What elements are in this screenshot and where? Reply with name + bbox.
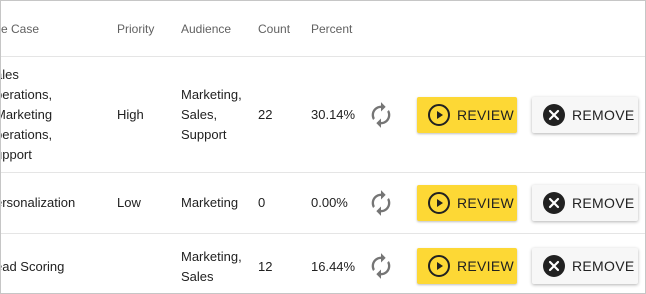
refresh-button[interactable]	[367, 101, 395, 129]
review-button[interactable]: REVIEW	[417, 248, 517, 284]
remove-label: REMOVE	[572, 106, 635, 123]
review-button[interactable]: REVIEW	[417, 96, 517, 133]
use-case-line: perations,	[0, 86, 53, 102]
remove-button[interactable]: REMOVE	[532, 96, 638, 133]
column-header-audience[interactable]: Audience	[181, 19, 251, 39]
audience-line: Marketing,	[181, 86, 242, 102]
review-button-body[interactable]: REVIEW	[417, 248, 517, 284]
column-header-priority[interactable]: Priority	[117, 19, 154, 39]
refresh-button[interactable]	[367, 252, 395, 280]
percent-cell: 30.14%	[311, 106, 356, 122]
percent-cell: 0.00%	[311, 195, 348, 210]
close-circle-icon	[543, 192, 565, 214]
column-header-use-case[interactable]: se Case	[1, 19, 100, 39]
audience-line: Marketing	[181, 195, 239, 210]
play-circle-icon	[428, 103, 450, 126]
use-case-line: upport	[1, 146, 32, 162]
remove-label: REMOVE	[572, 258, 635, 274]
refresh-icon	[371, 190, 391, 216]
refresh-icon	[371, 253, 391, 279]
use-case-cell: ales perations, Marketing perations, upp…	[0, 65, 100, 165]
table-row: ersonalization Low Marketing 0 0.00% REV…	[0, 173, 645, 234]
review-button-body[interactable]: REVIEW	[417, 96, 517, 133]
play-circle-icon	[428, 255, 450, 277]
table-row: ead Scoring Marketing, Sales 12 16.44% R…	[0, 234, 645, 293]
refresh-icon	[371, 101, 391, 128]
close-circle-icon	[543, 255, 565, 277]
remove-label: REMOVE	[572, 195, 635, 211]
count-cell: 12	[258, 259, 273, 274]
remove-button-body[interactable]: REMOVE	[532, 185, 638, 221]
priority-cell: Low	[117, 195, 141, 210]
remove-button[interactable]: REMOVE	[532, 185, 638, 221]
audience-line: Support	[181, 126, 227, 142]
audience-cell: Marketing	[181, 193, 251, 213]
close-circle-icon	[543, 103, 565, 126]
percent-cell: 16.44%	[311, 259, 356, 274]
remove-button[interactable]: REMOVE	[532, 248, 638, 284]
audience-line: Sales	[181, 269, 214, 284]
refresh-button[interactable]	[367, 189, 395, 217]
count-cell: 22	[258, 106, 273, 122]
review-button[interactable]: REVIEW	[417, 185, 517, 221]
use-case-line: perations,	[0, 126, 53, 142]
use-case-line: Marketing	[0, 106, 53, 122]
remove-button-body[interactable]: REMOVE	[532, 96, 638, 133]
column-header-percent[interactable]: Percent	[311, 19, 352, 39]
use-case-line: ersonalization	[0, 195, 76, 210]
remove-button-body[interactable]: REMOVE	[532, 248, 638, 284]
table-header-row: se Case Priority Audience Count Percent	[1, 1, 645, 57]
audience-cell: Marketing, Sales, Support	[181, 85, 251, 145]
use-case-line: ead Scoring	[0, 259, 65, 274]
table-row: ales perations, Marketing perations, upp…	[0, 57, 645, 173]
priority-cell: High	[117, 106, 144, 122]
play-circle-icon	[428, 192, 450, 214]
use-case-table: se Case Priority Audience Count Percent …	[0, 1, 645, 293]
review-label: REVIEW	[457, 258, 515, 274]
review-label: REVIEW	[457, 106, 515, 123]
count-cell: 0	[258, 195, 266, 210]
audience-line: Sales,	[181, 106, 218, 122]
use-case-cell: ersonalization	[0, 193, 100, 213]
use-case-cell: ead Scoring	[0, 257, 100, 277]
review-button-body[interactable]: REVIEW	[417, 185, 517, 221]
audience-cell: Marketing, Sales	[181, 247, 251, 287]
review-label: REVIEW	[457, 195, 515, 211]
column-header-count[interactable]: Count	[258, 19, 290, 39]
use-case-line: ales	[1, 66, 19, 82]
audience-line: Marketing,	[181, 249, 242, 264]
use-case-table-panel: se Case Priority Audience Count Percent …	[0, 0, 646, 294]
